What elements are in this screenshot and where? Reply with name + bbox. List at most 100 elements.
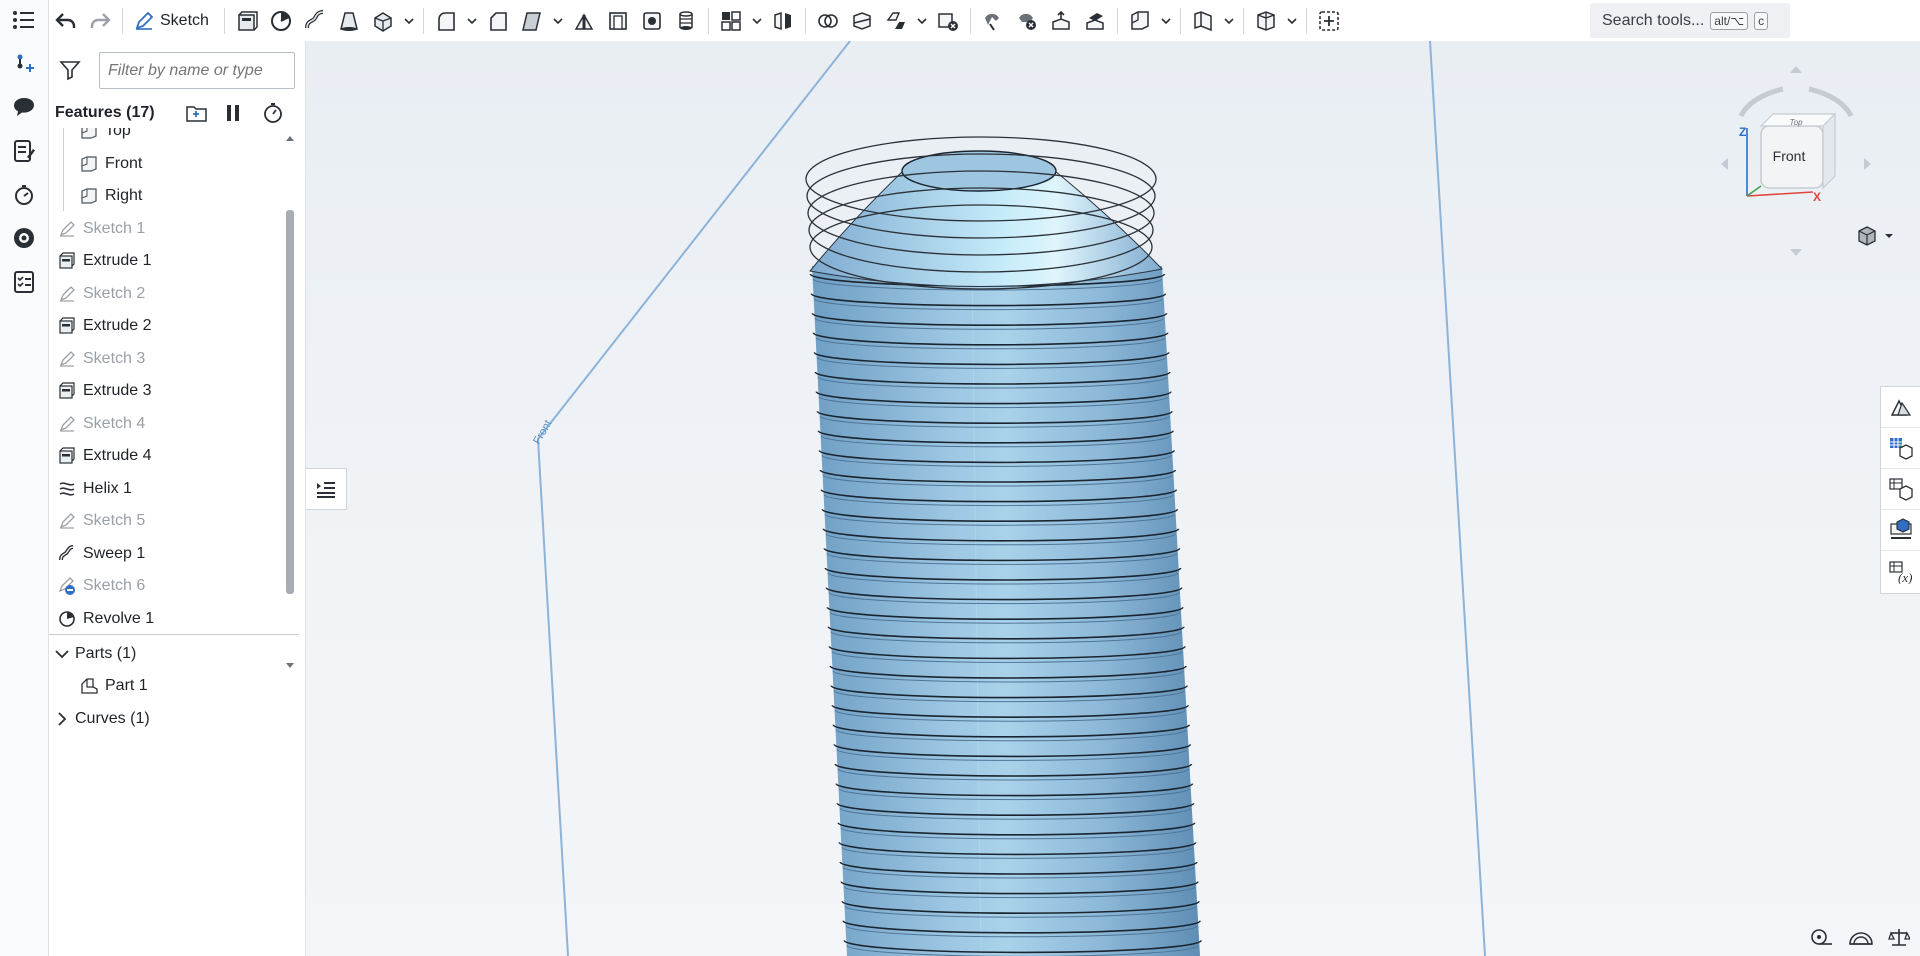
section-view-icon[interactable] [1848, 927, 1874, 952]
feature-item[interactable]: Sweep 1 [49, 538, 284, 570]
feature-list-icon[interactable] [8, 4, 40, 36]
appearance-icon[interactable] [1881, 387, 1920, 428]
filter-input[interactable] [99, 52, 295, 89]
measure-variables-icon[interactable]: (x) [1881, 551, 1920, 592]
feature-item[interactable]: Extrude 4 [49, 440, 284, 472]
pattern-tool-icon[interactable] [714, 4, 748, 38]
move-face-icon[interactable] [1044, 4, 1078, 38]
pause-icon[interactable] [224, 103, 242, 128]
feature-item[interactable]: Extrude 3 [49, 375, 284, 407]
hole-tool-icon[interactable] [635, 4, 669, 38]
feature-tree-scrollbar[interactable] [284, 128, 296, 674]
chevron-down-icon[interactable] [463, 4, 481, 38]
sketch-icon [57, 219, 77, 239]
chevron-down-icon[interactable] [1157, 4, 1175, 38]
thicken-tool-icon[interactable] [366, 4, 400, 38]
svg-text:(x): (x) [1898, 570, 1912, 584]
frame-tool-icon[interactable] [1249, 4, 1283, 38]
replace-face-icon[interactable] [1078, 4, 1112, 38]
feature-label: Sketch 3 [83, 349, 146, 367]
feature-item[interactable]: Sketch 5 [49, 505, 284, 537]
thread-tool-icon[interactable] [669, 4, 703, 38]
features-header: Features (17) [55, 98, 305, 128]
loft-tool-icon[interactable] [332, 4, 366, 38]
part-item[interactable]: Part 1 [49, 670, 299, 702]
variable-table-icon[interactable] [1881, 469, 1920, 510]
boolean-tool-icon[interactable] [811, 4, 845, 38]
add-folder-icon[interactable] [185, 102, 209, 129]
undo-icon[interactable] [49, 4, 83, 38]
feature-item[interactable]: Right [49, 180, 284, 212]
add-custom-feature-icon[interactable] [1312, 4, 1346, 38]
chevron-down-icon[interactable] [748, 4, 766, 38]
plane-icon [79, 186, 99, 206]
feature-item[interactable]: Extrude 2 [49, 310, 284, 342]
toolbar-divider [1116, 7, 1118, 34]
delete-part-icon[interactable] [931, 4, 965, 38]
feature-list-toggle[interactable] [306, 468, 347, 510]
rib-tool-icon[interactable] [567, 4, 601, 38]
chevron-down-icon[interactable] [549, 4, 567, 38]
transform-tool-icon[interactable] [879, 4, 913, 38]
feature-item[interactable]: Sketch 2 [49, 278, 284, 310]
rollback-timer-icon[interactable] [262, 102, 284, 129]
sweep-tool-icon[interactable] [298, 4, 332, 38]
cube-icon [1858, 226, 1876, 246]
parts-section[interactable]: Parts (1) [49, 638, 299, 670]
revolve-tool-icon[interactable] [264, 4, 298, 38]
feature-item[interactable]: Extrude 1 [49, 245, 284, 277]
redo-icon[interactable] [83, 4, 117, 38]
chevron-down-icon[interactable] [1283, 4, 1301, 38]
part-label: Part 1 [105, 677, 148, 694]
filter-icon[interactable] [59, 59, 81, 86]
custom-table-icon[interactable] [1881, 510, 1920, 551]
feature-item[interactable]: Helix 1 [49, 473, 284, 505]
chevron-down-icon[interactable] [913, 4, 931, 38]
plane-icon [79, 154, 99, 174]
mirror-tool-icon[interactable] [766, 4, 800, 38]
feature-item[interactable]: Revolve 1 [49, 603, 284, 635]
feature-label: Sketch 5 [83, 512, 146, 529]
measure-tape-icon[interactable] [1810, 927, 1834, 952]
plane-tool-icon[interactable] [1123, 4, 1157, 38]
fillet-tool-icon[interactable] [429, 4, 463, 38]
feature-item[interactable]: Sketch 3 [49, 343, 284, 375]
comments-icon[interactable] [8, 91, 40, 123]
toolbar-divider [422, 7, 424, 34]
search-tools-button[interactable]: Search tools... alt/⌥ c [1590, 3, 1790, 38]
feature-tree: Top Front Right Sketch 1 Extrude 1 Sketch 2 Ex… [49, 128, 294, 674]
bottom-right-tools [1810, 922, 1920, 956]
graphics-viewport[interactable]: Front Top Front Z X (x) [306, 41, 1920, 956]
feature-item[interactable]: Sketch 4 [49, 408, 284, 440]
curves-section[interactable]: Curves (1) [49, 703, 299, 735]
timer-icon[interactable] [8, 179, 40, 211]
chevron-down-icon[interactable] [400, 4, 418, 38]
variables-icon[interactable] [8, 222, 40, 254]
modify-fillet-icon[interactable] [976, 4, 1010, 38]
delete-face-icon[interactable] [1010, 4, 1044, 38]
chevron-down-icon[interactable] [1220, 4, 1238, 38]
split-tool-icon[interactable] [845, 4, 879, 38]
draft-tool-icon[interactable] [515, 4, 549, 38]
section-divider [49, 634, 299, 635]
chamfer-tool-icon[interactable] [481, 4, 515, 38]
feature-item[interactable]: Top [49, 128, 284, 147]
feature-item[interactable]: Front [49, 148, 284, 180]
checklist-icon[interactable] [8, 266, 40, 298]
feature-item[interactable]: Sketch 6 [49, 570, 284, 602]
pencil-icon [135, 11, 154, 30]
sketch-button[interactable]: Sketch [128, 4, 219, 38]
extrude-icon [57, 381, 77, 401]
shell-tool-icon[interactable] [601, 4, 635, 38]
feature-item[interactable]: Sketch 1 [49, 213, 284, 245]
notes-icon[interactable] [8, 135, 40, 167]
feature-label: Sketch 6 [83, 577, 146, 594]
configurations-icon[interactable] [1881, 428, 1920, 469]
chevron-down-icon [1885, 234, 1893, 238]
mass-properties-icon[interactable] [1888, 927, 1912, 952]
extrude-tool-icon[interactable] [230, 4, 264, 38]
view-options-dropdown[interactable] [1856, 225, 1894, 247]
sheet-metal-icon[interactable] [1186, 4, 1220, 38]
toolbar-divider [707, 7, 709, 34]
insert-icon[interactable] [8, 48, 40, 80]
